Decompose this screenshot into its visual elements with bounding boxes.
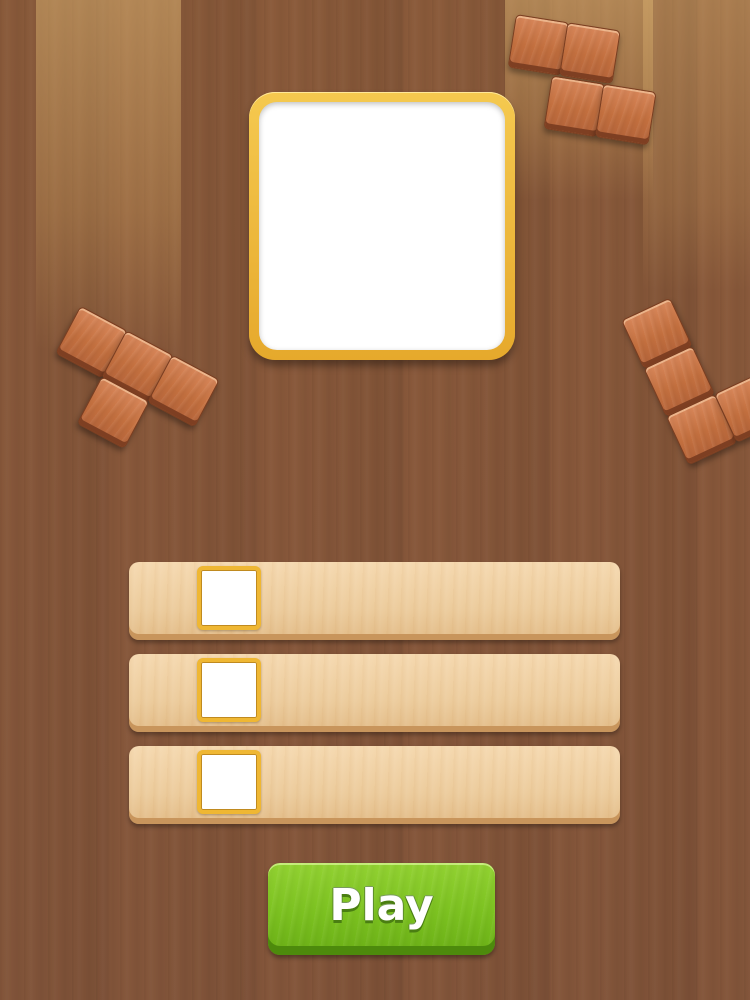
slot-bar-3[interactable] [129, 746, 620, 824]
wood-block [594, 83, 657, 146]
slot-bar-1[interactable] [129, 562, 620, 640]
decorative-piece-left [0, 290, 220, 515]
slot-box-3[interactable] [197, 750, 261, 814]
decorative-piece-right [597, 257, 750, 493]
slot-box-2[interactable] [197, 658, 261, 722]
slot-bar-2[interactable] [129, 654, 620, 732]
decorative-piece-top-right [490, 8, 670, 171]
wood-block [559, 22, 621, 84]
slot-box-1[interactable] [197, 566, 261, 630]
light-beam-left [36, 0, 181, 350]
board-preview [259, 102, 505, 350]
play-button[interactable]: Play [268, 863, 495, 955]
board-preview-frame [249, 92, 515, 360]
play-button-label: Play [329, 879, 434, 931]
